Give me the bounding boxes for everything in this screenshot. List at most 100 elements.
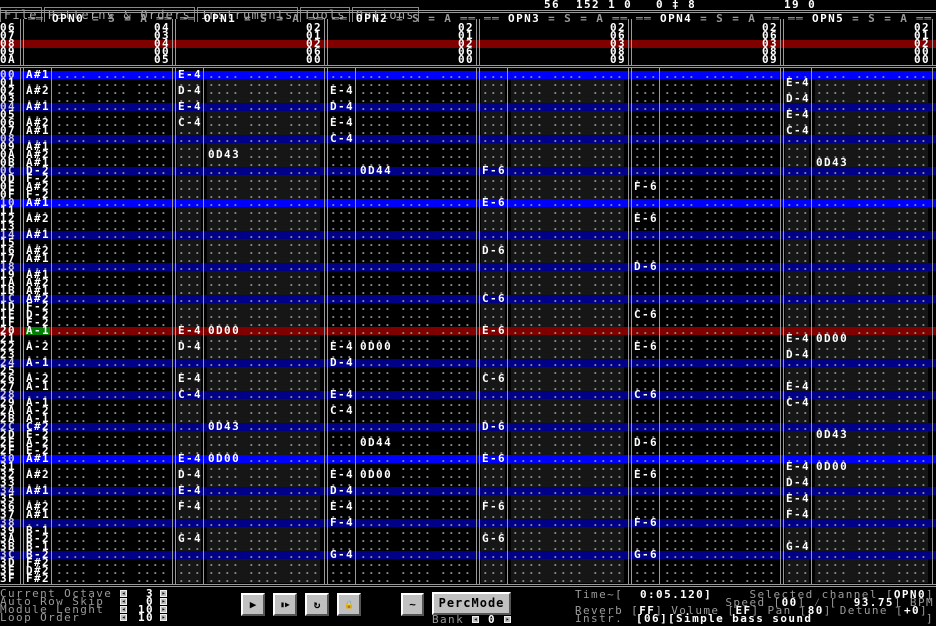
divider [0,584,936,587]
bank-decrease-button[interactable]: ◂ [472,616,479,623]
order-pattern-value[interactable]: 09 [762,54,778,65]
empty-effect-cell[interactable]: .... [592,573,624,584]
empty-effect-cell[interactable]: .... [440,573,472,584]
setting-increase-button[interactable]: ▸ [160,606,167,613]
lock-icon: 🔒 [344,600,354,609]
wave-button[interactable]: ~ [401,593,424,616]
channel-frame-line [23,19,24,65]
channel-flags[interactable]: = S = A [548,12,604,25]
status-extra: 19 0 [784,0,817,11]
channel-header[interactable]: ══ OPN4 = S = A ══ [636,12,780,25]
channel-frame-line [172,19,173,65]
empty-effect-cell[interactable]: .... [136,573,168,584]
perc-mode-button[interactable]: PercMode [432,592,511,615]
column-separator [327,68,328,585]
column-separator [780,68,781,585]
empty-effect-cell[interactable]: .... [856,573,888,584]
header-rule: ══ [908,12,933,25]
order-row-number: 0A [0,53,17,66]
setting-decrease-button[interactable]: ◂ [120,598,127,605]
order-pattern-value[interactable]: 09 [610,54,626,65]
channel-name: OPN4 [660,12,693,25]
channel-frame-line [783,19,784,65]
column-separator [175,68,176,585]
channel-header[interactable]: ══ OPN5 = S = A ══ [788,12,933,25]
channel-frame-line [324,19,325,65]
empty-effect-cell[interactable]: .... [208,573,240,584]
empty-effect-cell[interactable]: .... [744,573,776,584]
note-cell[interactable]: F#2 [26,573,50,584]
setting-increase-button[interactable]: ▸ [160,590,167,597]
bank-value: 0 [488,613,497,626]
order-pattern-value[interactable]: 00 [306,54,322,65]
setting-increase-button[interactable]: ▸ [160,598,167,605]
empty-effect-cell[interactable]: .... [400,573,432,584]
setting-decrease-button[interactable]: ◂ [120,606,127,613]
header-rule: ══ [452,12,477,25]
order-pattern-value[interactable]: 00 [458,54,474,65]
channel-header[interactable]: ══ OPN1 = S = A ══ [180,12,324,25]
channel-frame-line [628,19,629,65]
header-rule: ══ [484,12,501,25]
empty-effect-cell[interactable]: .... [288,573,320,584]
bracket: ] [926,612,935,625]
empty-effect-cell[interactable]: .... [704,573,736,584]
column-separator [628,68,629,585]
setting-increase-button[interactable]: ▸ [160,614,167,621]
channel-name: OPN0 [52,12,85,25]
instrument-name[interactable]: [Simple bass sound [668,613,812,624]
instrument-label: Instr. [575,612,624,625]
setting-decrease-button[interactable]: ◂ [120,614,127,621]
empty-note-cell[interactable]: ... [482,573,506,584]
column-separator [476,68,477,585]
channel-flags[interactable]: = S = A [92,12,148,25]
empty-effect-cell[interactable]: .... [56,573,88,584]
column-separator [631,68,632,585]
time-label: Time~[ [575,588,624,601]
empty-effect-cell[interactable]: .... [896,573,928,584]
column-separator [932,68,933,585]
channel-header[interactable]: ══ OPN2 = S = A ══ [332,12,477,25]
empty-note-cell[interactable]: ... [330,573,354,584]
channel-flags[interactable]: = S = A [396,12,452,25]
empty-effect-cell[interactable]: .... [552,573,584,584]
empty-effect-cell[interactable]: .... [816,573,848,584]
channel-flags[interactable]: = S = A [700,12,756,25]
channel-frame-line [479,19,480,65]
channel-header[interactable]: ══ OPN3 = S = A ══ [484,12,628,25]
pattern-row[interactable]: 3F F#2...................................… [0,573,936,584]
channel-flags[interactable]: = S = A [852,12,908,25]
channel-header[interactable]: ══ OPN0 = S = A ══ [28,12,173,25]
status-position: 56 [544,0,561,11]
channel-frame-line [175,19,176,65]
column-separator [355,68,356,585]
empty-effect-cell[interactable]: .... [664,573,696,584]
column-separator [172,68,173,585]
bank-increase-button[interactable]: ▸ [504,616,511,623]
column-separator [507,68,508,585]
column-separator [20,68,21,585]
lock-button[interactable]: 🔒 [337,593,361,616]
header-rule: ══ [148,12,173,25]
order-pattern-value[interactable]: 00 [914,54,930,65]
order-row[interactable]: 0A 05 00 00 09 09 00 [0,53,936,66]
empty-effect-cell[interactable]: .... [512,573,544,584]
empty-effect-cell[interactable]: .... [96,573,128,584]
play-row-button[interactable]: ▮▶ [273,593,297,616]
order-pattern-value[interactable]: 05 [154,54,170,65]
column-separator [23,68,24,585]
empty-note-cell[interactable]: ... [634,573,658,584]
empty-note-cell[interactable]: ... [178,573,202,584]
empty-effect-cell[interactable]: .... [360,573,392,584]
empty-effect-cell[interactable]: .... [248,573,280,584]
instrument-id[interactable]: [06] [636,613,668,624]
empty-note-cell[interactable]: ... [786,573,810,584]
column-separator [51,68,52,585]
channel-name: OPN1 [204,12,237,25]
channel-flags[interactable]: = S = A [244,12,300,25]
detune-value[interactable]: +0 [904,604,920,617]
detune-label: ] Detune [ [823,604,904,617]
loop-button[interactable]: ↻ [305,593,329,616]
setting-decrease-button[interactable]: ◂ [120,590,127,597]
play-button[interactable]: ▶ [241,593,265,616]
